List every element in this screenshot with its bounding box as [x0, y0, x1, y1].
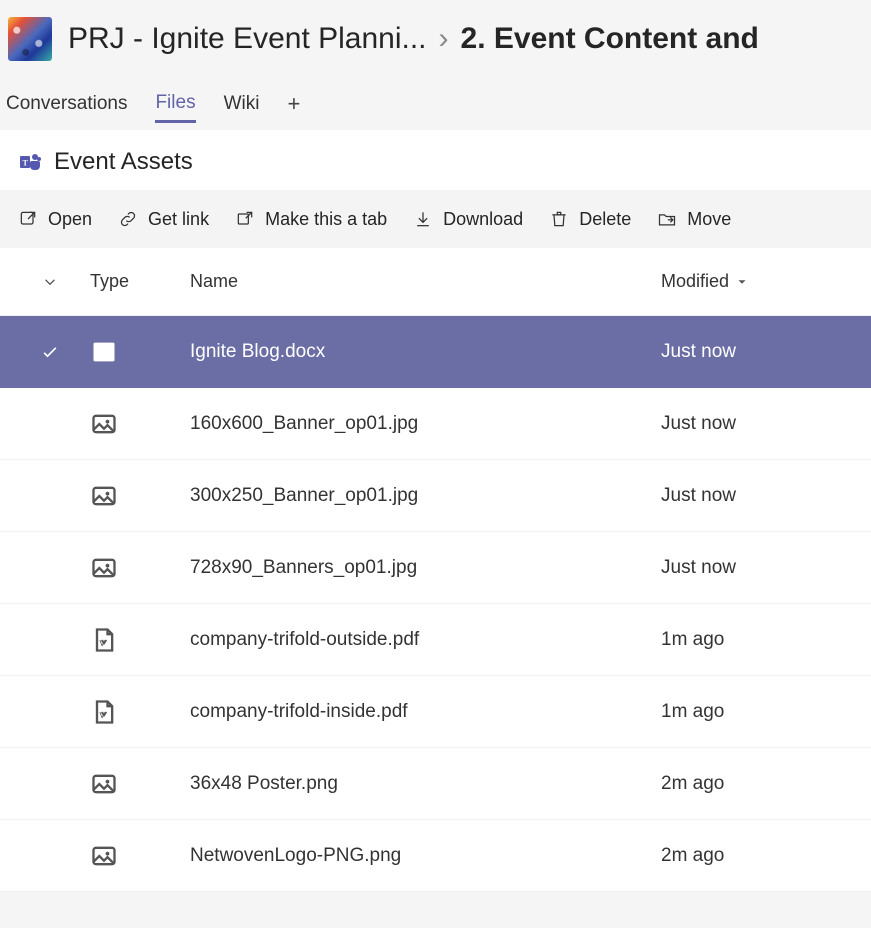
- file-name[interactable]: 728x90_Banners_op01.jpg: [190, 557, 661, 579]
- file-row[interactable]: W Ignite Blog.docxJust now: [0, 316, 871, 388]
- add-tab-button[interactable]: +: [287, 91, 300, 117]
- file-row[interactable]: 36x48 Poster.png2m ago: [0, 748, 871, 820]
- tab-wiki[interactable]: Wiki: [224, 87, 260, 121]
- delete-label: Delete: [579, 209, 631, 230]
- team-avatar[interactable]: [8, 17, 52, 61]
- folder-title: Event Assets: [54, 148, 193, 176]
- column-name[interactable]: Name: [190, 271, 661, 292]
- file-type-icon: [90, 770, 190, 798]
- image-icon: [90, 554, 118, 582]
- file-row[interactable]: 728x90_Banners_op01.jpgJust now: [0, 532, 871, 604]
- file-type-icon: ᐯ: [90, 626, 190, 654]
- external-icon: [235, 209, 255, 229]
- column-modified[interactable]: Modified: [661, 271, 861, 292]
- svg-text:T: T: [23, 159, 29, 168]
- file-name[interactable]: 160x600_Banner_op01.jpg: [190, 413, 661, 435]
- file-modified: 2m ago: [661, 773, 861, 795]
- column-type[interactable]: Type: [90, 271, 190, 292]
- move-icon: [657, 209, 677, 229]
- image-icon: [90, 770, 118, 798]
- select-all-toggle[interactable]: [10, 273, 90, 291]
- check-icon: [40, 342, 60, 362]
- breadcrumb-channel[interactable]: 2. Event Content and: [461, 22, 759, 56]
- column-header-row: Type Name Modified: [0, 248, 871, 316]
- chevron-down-icon: [41, 273, 59, 291]
- file-modified: 2m ago: [661, 845, 861, 867]
- file-name[interactable]: company-trifold-outside.pdf: [190, 629, 661, 651]
- file-name[interactable]: NetwovenLogo-PNG.png: [190, 845, 661, 867]
- files-panel: T Event Assets Open Get link Make this a…: [0, 130, 871, 892]
- file-name[interactable]: 36x48 Poster.png: [190, 773, 661, 795]
- file-modified: Just now: [661, 485, 861, 507]
- make-tab-label: Make this a tab: [265, 209, 387, 230]
- file-name[interactable]: 300x250_Banner_op01.jpg: [190, 485, 661, 507]
- file-name[interactable]: Ignite Blog.docx: [190, 341, 661, 363]
- download-button[interactable]: Download: [413, 209, 523, 230]
- file-modified: 1m ago: [661, 701, 861, 723]
- folder-title-row: T Event Assets: [0, 130, 871, 190]
- download-label: Download: [443, 209, 523, 230]
- delete-button[interactable]: Delete: [549, 209, 631, 230]
- breadcrumb: PRJ - Ignite Event Planni... › 2. Event …: [68, 22, 759, 56]
- get-link-button[interactable]: Get link: [118, 209, 209, 230]
- move-button[interactable]: Move: [657, 209, 731, 230]
- file-list: W Ignite Blog.docxJust now 160x600_Banne…: [0, 316, 871, 892]
- tab-files[interactable]: Files: [155, 86, 195, 123]
- file-name[interactable]: company-trifold-inside.pdf: [190, 701, 661, 723]
- channel-header: PRJ - Ignite Event Planni... › 2. Event …: [0, 0, 871, 78]
- teams-icon: T: [18, 150, 42, 174]
- breadcrumb-team[interactable]: PRJ - Ignite Event Planni...: [68, 22, 427, 56]
- make-tab-button[interactable]: Make this a tab: [235, 209, 387, 230]
- trash-icon: [549, 209, 569, 229]
- file-type-icon: [90, 842, 190, 870]
- image-icon: [90, 482, 118, 510]
- open-icon: [18, 209, 38, 229]
- file-modified: Just now: [661, 413, 861, 435]
- file-modified: Just now: [661, 557, 861, 579]
- svg-text:W: W: [96, 348, 107, 359]
- image-icon: [90, 842, 118, 870]
- file-row[interactable]: 300x250_Banner_op01.jpgJust now: [0, 460, 871, 532]
- file-type-icon: [90, 410, 190, 438]
- word-icon: W: [90, 338, 118, 366]
- row-select[interactable]: [10, 342, 90, 362]
- get-link-label: Get link: [148, 209, 209, 230]
- file-type-icon: [90, 482, 190, 510]
- move-label: Move: [687, 209, 731, 230]
- breadcrumb-separator: ›: [439, 22, 449, 56]
- file-modified: Just now: [661, 341, 861, 363]
- file-row[interactable]: ᐯ company-trifold-outside.pdf1m ago: [0, 604, 871, 676]
- open-label: Open: [48, 209, 92, 230]
- tab-conversations[interactable]: Conversations: [6, 87, 127, 121]
- file-row[interactable]: NetwovenLogo-PNG.png2m ago: [0, 820, 871, 892]
- open-button[interactable]: Open: [18, 209, 92, 230]
- file-type-icon: [90, 554, 190, 582]
- link-icon: [118, 209, 138, 229]
- download-icon: [413, 209, 433, 229]
- pdf-icon: ᐯ: [90, 698, 118, 726]
- sort-desc-icon: [735, 275, 749, 289]
- column-modified-label: Modified: [661, 271, 729, 292]
- file-modified: 1m ago: [661, 629, 861, 651]
- file-row[interactable]: 160x600_Banner_op01.jpgJust now: [0, 388, 871, 460]
- channel-tabs: Conversations Files Wiki +: [0, 78, 871, 130]
- file-type-icon: W: [90, 338, 190, 366]
- pdf-icon: ᐯ: [90, 626, 118, 654]
- file-toolbar: Open Get link Make this a tab Download D…: [0, 190, 871, 248]
- file-row[interactable]: ᐯ company-trifold-inside.pdf1m ago: [0, 676, 871, 748]
- image-icon: [90, 410, 118, 438]
- file-type-icon: ᐯ: [90, 698, 190, 726]
